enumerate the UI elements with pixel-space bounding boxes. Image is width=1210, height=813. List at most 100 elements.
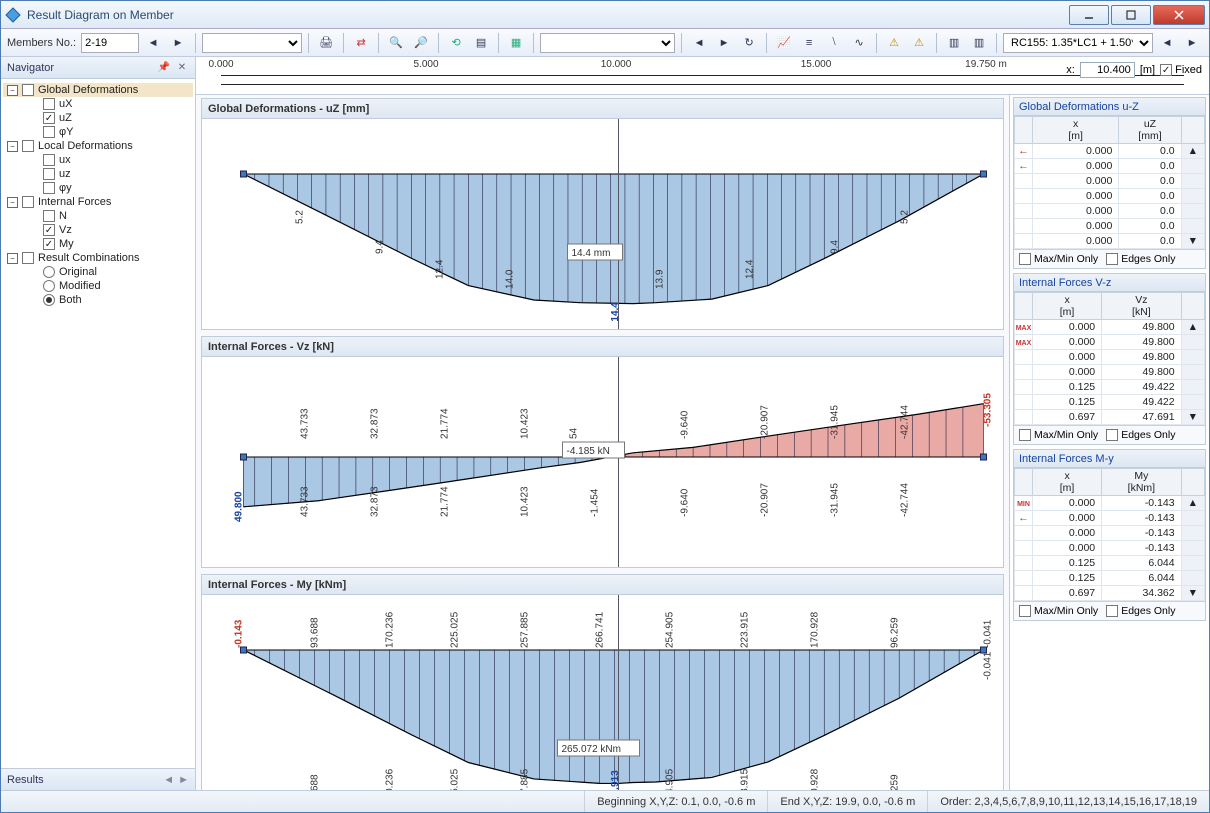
tab-scroll-left-icon[interactable]: ◄ [163,774,174,786]
tree-item[interactable]: N [3,209,193,223]
hatching-icon[interactable]: ⧵ [823,32,845,54]
vz-maxmin-checkbox[interactable]: Max/Min Only [1019,429,1098,441]
table-row[interactable]: 0.1256.044 [1015,571,1205,586]
side-vz-table[interactable]: x[m]Vz[kN] MAX0.00049.800▲MAX0.00049.800… [1014,292,1205,425]
tree-item[interactable]: Both [3,293,193,307]
table-row[interactable]: 0.0000.0 [1015,189,1205,204]
table-row[interactable]: MAX0.00049.800▲ [1015,320,1205,335]
next-member-button[interactable]: ► [167,32,189,54]
vz-edges-checkbox[interactable]: Edges Only [1106,429,1175,441]
navigator-title: Navigator [7,62,54,74]
svg-text:-4.185 kN: -4.185 kN [567,446,610,457]
zoom-in-icon[interactable]: 🔍 [385,32,407,54]
loadcase-dropdown[interactable]: RC155: 1.35*LC1 + 1.50*L [1003,33,1153,53]
minimize-button[interactable] [1069,5,1109,25]
nav-prev-icon[interactable]: ► [713,32,735,54]
tree-group[interactable]: −Result Combinations [3,251,193,265]
svg-text:10.423: 10.423 [520,486,531,517]
table-row[interactable]: ←0.0000.0 [1015,159,1205,174]
diagram-vz-chart[interactable]: 49.800-53.30543.73332.87321.77410.42354-… [202,357,1003,567]
uz-edges-checkbox[interactable]: Edges Only [1106,253,1175,265]
refresh-icon[interactable]: ⇄ [350,32,372,54]
table-row[interactable]: 0.12549.422 [1015,380,1205,395]
side-vz-title: Internal Forces V-z [1014,274,1205,292]
close-panel-icon[interactable]: ✕ [175,61,189,75]
svg-text:5.2: 5.2 [900,210,911,224]
diagram-my-chart[interactable]: -0.143-0.041-0.04193.688170.236225.02525… [202,595,1003,790]
warning-icon[interactable]: ⚠ [883,32,905,54]
prev-member-button[interactable]: ◄ [142,32,164,54]
smoothing-icon[interactable]: ∿ [848,32,870,54]
tab-scroll-right-icon[interactable]: ► [178,774,189,786]
my-edges-checkbox[interactable]: Edges Only [1106,605,1175,617]
table-row[interactable]: MAX0.00049.800 [1015,335,1205,350]
table-row[interactable]: 0.000-0.143 [1015,526,1205,541]
side-my-table[interactable]: x[m]My[kNm] MIN0.000-0.143▲←0.000-0.1430… [1014,468,1205,601]
warning2-icon[interactable]: ⚠ [908,32,930,54]
diagram-toggle-icon[interactable]: 📈 [773,32,795,54]
table-row[interactable]: 0.00049.800 [1015,365,1205,380]
x-unit: [m] [1140,64,1155,76]
navigator-tree[interactable]: −Global DeformationsuX✓uZφY−Local Deform… [1,79,195,768]
maximize-button[interactable] [1111,5,1151,25]
loop-icon[interactable]: ↻ [738,32,760,54]
table2-icon[interactable]: ▥ [968,32,990,54]
my-maxmin-checkbox[interactable]: Max/Min Only [1019,605,1098,617]
tree-item[interactable]: Modified [3,279,193,293]
table-row[interactable]: 0.69747.691▼ [1015,410,1205,425]
svg-text:-31.945: -31.945 [830,483,841,517]
toolbar: Members No.: ◄ ► 🖨 ⇄ 🔍 🔎 ⟲ ▤ ▦ ◄ ► ↻ 📈 ≡… [1,29,1209,57]
pin-icon[interactable]: 📌 [157,61,171,75]
lc-next-icon[interactable]: ► [1181,32,1203,54]
tree-item[interactable]: ✓uZ [3,111,193,125]
tree-group[interactable]: −Global Deformations [3,83,193,97]
ruler-tick: 15.000 [801,59,832,70]
table-row[interactable]: 0.0000.0 [1015,174,1205,189]
sync-icon[interactable]: ⟲ [445,32,467,54]
navigator-foot-tab[interactable]: Results [7,774,44,786]
table-row[interactable]: 0.0000.0 [1015,219,1205,234]
excel-icon[interactable]: ▦ [505,32,527,54]
tree-item[interactable]: ✓Vz [3,223,193,237]
filter-dropdown[interactable] [540,33,675,53]
members-input[interactable] [81,33,139,53]
diagram-vz-panel: Internal Forces - Vz [kN] 49.800-53.3054… [201,336,1004,568]
tree-item[interactable]: φy [3,181,193,195]
selection-dropdown[interactable] [202,33,302,53]
tree-item[interactable]: uz [3,167,193,181]
side-uz-table[interactable]: x[m]uZ[mm] ←0.0000.0▲←0.0000.00.0000.00.… [1014,116,1205,249]
table-row[interactable]: MIN0.000-0.143▲ [1015,496,1205,511]
table1-icon[interactable]: ▥ [943,32,965,54]
svg-text:225.025: 225.025 [450,768,461,790]
tree-item[interactable]: Original [3,265,193,279]
diagram-uz-chart[interactable]: 5.29.412.414.013.912.49.45.214.414.4 mm [202,119,1003,329]
titlebar: Result Diagram on Member [1,1,1209,29]
table-row[interactable]: ←0.0000.0▲ [1015,144,1205,159]
table-row[interactable]: 0.12549.422 [1015,395,1205,410]
list-icon[interactable]: ▤ [470,32,492,54]
table-row[interactable]: 0.1256.044 [1015,556,1205,571]
table-row[interactable]: 0.69734.362▼ [1015,586,1205,601]
diagram-my-title: Internal Forces - My [kNm] [202,575,1003,595]
zoom-out-icon[interactable]: 🔎 [410,32,432,54]
tree-item[interactable]: uX [3,97,193,111]
uz-maxmin-checkbox[interactable]: Max/Min Only [1019,253,1098,265]
table-row[interactable]: 0.00049.800 [1015,350,1205,365]
x-input[interactable] [1080,62,1135,78]
table-row[interactable]: ←0.000-0.143 [1015,511,1205,526]
table-row[interactable]: 0.0000.0 [1015,204,1205,219]
tree-group[interactable]: −Local Deformations [3,139,193,153]
tree-group[interactable]: −Internal Forces [3,195,193,209]
fixed-checkbox[interactable]: ✓Fixed [1160,64,1202,76]
print-icon[interactable]: 🖨 [315,32,337,54]
table-row[interactable]: 0.000-0.143 [1015,541,1205,556]
close-button[interactable] [1153,5,1205,25]
tree-item[interactable]: ux [3,153,193,167]
nav-first-icon[interactable]: ◄ [688,32,710,54]
lc-prev-icon[interactable]: ◄ [1156,32,1178,54]
tree-item[interactable]: φY [3,125,193,139]
table-row[interactable]: 0.0000.0▼ [1015,234,1205,249]
tree-item[interactable]: ✓My [3,237,193,251]
values-icon[interactable]: ≡ [798,32,820,54]
svg-text:32.873: 32.873 [370,408,381,439]
